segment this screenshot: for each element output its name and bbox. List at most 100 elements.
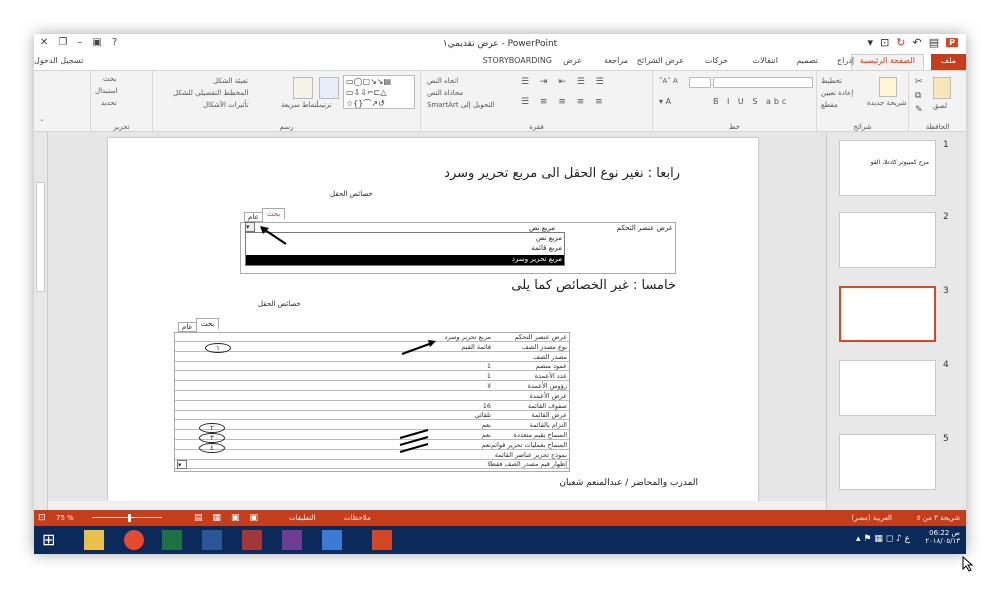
start-button-icon[interactable]: ⊞ bbox=[42, 530, 62, 550]
powerpoint-taskbar-icon[interactable] bbox=[372, 530, 392, 550]
font-name-dropdown[interactable] bbox=[713, 77, 813, 88]
copy-icon[interactable]: ⧉ bbox=[915, 91, 921, 101]
section-button[interactable]: مقطع bbox=[821, 101, 838, 109]
save-icon[interactable]: ▤ bbox=[929, 36, 939, 49]
start-from-beginning-icon[interactable]: ⊡ bbox=[880, 36, 889, 49]
horizontal-scrollbar[interactable] bbox=[48, 501, 826, 510]
property-row[interactable]: نموذج تحرير عناصر القائمة bbox=[175, 451, 569, 460]
tab-animations[interactable]: حركات bbox=[705, 56, 728, 65]
fit-slide-icon[interactable]: ⊡ bbox=[38, 513, 46, 523]
language-indicator[interactable]: العربية (مصر) bbox=[852, 514, 893, 522]
find-button[interactable]: بحث bbox=[103, 75, 116, 83]
quick-styles-icon[interactable] bbox=[293, 77, 313, 99]
property-row[interactable]: عرض القائمة تلقائي bbox=[175, 411, 569, 421]
select-button[interactable]: تحديد bbox=[101, 99, 117, 107]
property-row[interactable]: مصدر الصف bbox=[175, 353, 569, 362]
panel2-dropdown-arrow-icon[interactable]: ▾ bbox=[177, 460, 187, 469]
view-buttons[interactable]: ▤▦▣▣ bbox=[194, 513, 268, 523]
quick-styles-label[interactable]: أنماط سريعة bbox=[281, 101, 319, 109]
property-value[interactable]: 1 bbox=[487, 372, 491, 380]
word-icon[interactable] bbox=[202, 530, 222, 550]
thumbnail-slide-3[interactable] bbox=[839, 286, 936, 342]
notes-button[interactable]: ملاحظات bbox=[344, 514, 371, 522]
option-listbox[interactable]: مربع قائمة bbox=[531, 244, 562, 252]
thumbnail-slide-4[interactable] bbox=[839, 360, 936, 416]
property-value[interactable]: نعم bbox=[482, 441, 491, 449]
property-row[interactable]: إظهار قيم مصدر الصف فقط لا bbox=[175, 460, 569, 470]
arrange-icon[interactable] bbox=[319, 77, 339, 99]
shape-effects-button[interactable]: تأثيرات الأشكال bbox=[203, 101, 249, 109]
property-row[interactable]: عرض عنصر التحكم مربع تحرير وسرد bbox=[175, 333, 569, 342]
property-value[interactable]: لا bbox=[487, 460, 491, 468]
thumbnail-slide-1[interactable]: مزج كمبيوتر كادتلا، القو bbox=[839, 140, 936, 196]
tab-storyboarding[interactable]: STORYBOARDING bbox=[483, 56, 552, 65]
property-row[interactable]: عدد الأعمدة 1 bbox=[175, 372, 569, 382]
text-direction-button[interactable]: اتجاه النص bbox=[427, 77, 458, 85]
access-icon[interactable] bbox=[242, 530, 262, 550]
paste-icon[interactable] bbox=[933, 77, 951, 99]
font-color-icon[interactable]: A ▾ bbox=[659, 97, 671, 106]
tab-design[interactable]: تصميم bbox=[796, 56, 818, 65]
option-textbox[interactable]: مربع نص bbox=[536, 234, 562, 242]
panel1-tab-general[interactable]: عام bbox=[244, 212, 263, 222]
property-value[interactable]: نعم bbox=[482, 431, 491, 439]
cut-icon[interactable]: ✂ bbox=[915, 77, 923, 87]
property-row[interactable]: السماح بعمليات تحرير قوائم نعم bbox=[175, 441, 569, 450]
shape-outline-button[interactable]: المخطط التفصيلي للشكل bbox=[173, 89, 248, 97]
dropdown-arrow-icon[interactable]: ▾ bbox=[245, 222, 255, 232]
thumbnail-slide-2[interactable] bbox=[839, 212, 936, 268]
reset-button[interactable]: إعادة تعيين bbox=[821, 89, 853, 97]
option-combobox-selected[interactable]: مربع تحرير وسرد bbox=[246, 255, 564, 265]
slide-heading-5[interactable]: خامسا : غير الخصائص كما يلى bbox=[511, 278, 676, 293]
zoom-slider[interactable] bbox=[92, 517, 162, 518]
vb-icon[interactable] bbox=[322, 530, 342, 550]
excel-icon[interactable] bbox=[162, 530, 182, 550]
tab-view[interactable]: عرض bbox=[563, 56, 582, 65]
slide-heading-4[interactable]: رابعا : نغير نوع الحقل الى مربع تحرير وس… bbox=[444, 166, 680, 181]
undo-icon[interactable]: ↶ bbox=[913, 36, 922, 49]
file-explorer-icon[interactable] bbox=[84, 530, 104, 550]
property-value[interactable]: مربع تحرير وسرد bbox=[444, 333, 491, 341]
tab-slideshow[interactable]: عرض الشرائح bbox=[637, 56, 684, 65]
clock[interactable]: 06:22 ص ٢٠١٨/٠٥/١٣ bbox=[925, 529, 960, 545]
font-format-buttons[interactable]: B I U S abc bbox=[713, 97, 789, 106]
tab-transitions[interactable]: انتقالات bbox=[753, 56, 778, 65]
smartart-button[interactable]: التحويل إلى SmartArt bbox=[427, 101, 495, 109]
scroll-thumb[interactable] bbox=[36, 182, 45, 292]
property-row[interactable]: عمود منضم 1 bbox=[175, 362, 569, 372]
shapes-gallery[interactable]: ▭◯▢↘↘▤ ▭⇩⇩⌐⊏△ ☆{}⌒↗↺ bbox=[343, 75, 415, 109]
property-value[interactable]: 16 bbox=[483, 402, 491, 410]
zoom-level[interactable]: 75 % bbox=[56, 514, 74, 522]
thumbnail-slide-5[interactable] bbox=[839, 434, 936, 490]
redo-icon[interactable]: ↻ bbox=[896, 36, 905, 49]
chrome-icon[interactable] bbox=[124, 530, 144, 550]
property-row[interactable]: عرض الأعمدة bbox=[175, 392, 569, 401]
panel2-tab-lookup[interactable]: بحث bbox=[196, 318, 220, 329]
layout-button[interactable]: تخطيط bbox=[821, 77, 842, 85]
slide-footer-author[interactable]: المدرب والمحاضر / عبدالمنعم شعبان bbox=[559, 478, 698, 488]
customize-qat-icon[interactable]: ▾ bbox=[868, 36, 874, 49]
font-size-dropdown[interactable] bbox=[689, 77, 711, 88]
align-text-button[interactable]: محاذاة النص bbox=[427, 89, 463, 97]
new-slide-icon[interactable] bbox=[879, 77, 897, 97]
property-row[interactable]: السماح بقيم متعددة نعم bbox=[175, 431, 569, 440]
zoom-slider-thumb[interactable] bbox=[128, 514, 131, 522]
tab-file[interactable]: ملف bbox=[930, 54, 966, 70]
signin-link[interactable]: تسجيل الدخول bbox=[34, 56, 83, 65]
panel2-tab-general[interactable]: عام bbox=[178, 322, 197, 332]
comments-button[interactable]: التعليقات bbox=[289, 514, 315, 522]
property-value[interactable]: لا bbox=[487, 382, 491, 390]
control-type-dropdown-list[interactable]: مربع نص مربع قائمة مربع تحرير وسرد bbox=[245, 232, 565, 266]
tab-insert[interactable]: إدراج bbox=[837, 56, 854, 65]
panel1-tab-lookup[interactable]: بحث bbox=[262, 208, 286, 219]
property-row[interactable]: صفوف القائمة 16 bbox=[175, 402, 569, 411]
property-row[interactable]: نوع مصدر الصف قائمة القيم bbox=[175, 343, 569, 352]
property-value[interactable]: تلقائي bbox=[475, 411, 491, 419]
slide-canvas[interactable]: رابعا : نغير نوع الحقل الى مربع تحرير وس… bbox=[108, 138, 758, 504]
tab-review[interactable]: مراجعة bbox=[604, 56, 628, 65]
system-tray-icons[interactable]: ▴ ⚑ ▦ ◻ ♪ ع bbox=[856, 534, 910, 544]
property-value[interactable]: قائمة القيم bbox=[461, 343, 491, 351]
property-value[interactable]: 1 bbox=[487, 362, 491, 370]
property-row[interactable]: التزام بالقائمة نعم bbox=[175, 421, 569, 431]
new-slide-label[interactable]: شريحة جديدة bbox=[867, 99, 906, 107]
